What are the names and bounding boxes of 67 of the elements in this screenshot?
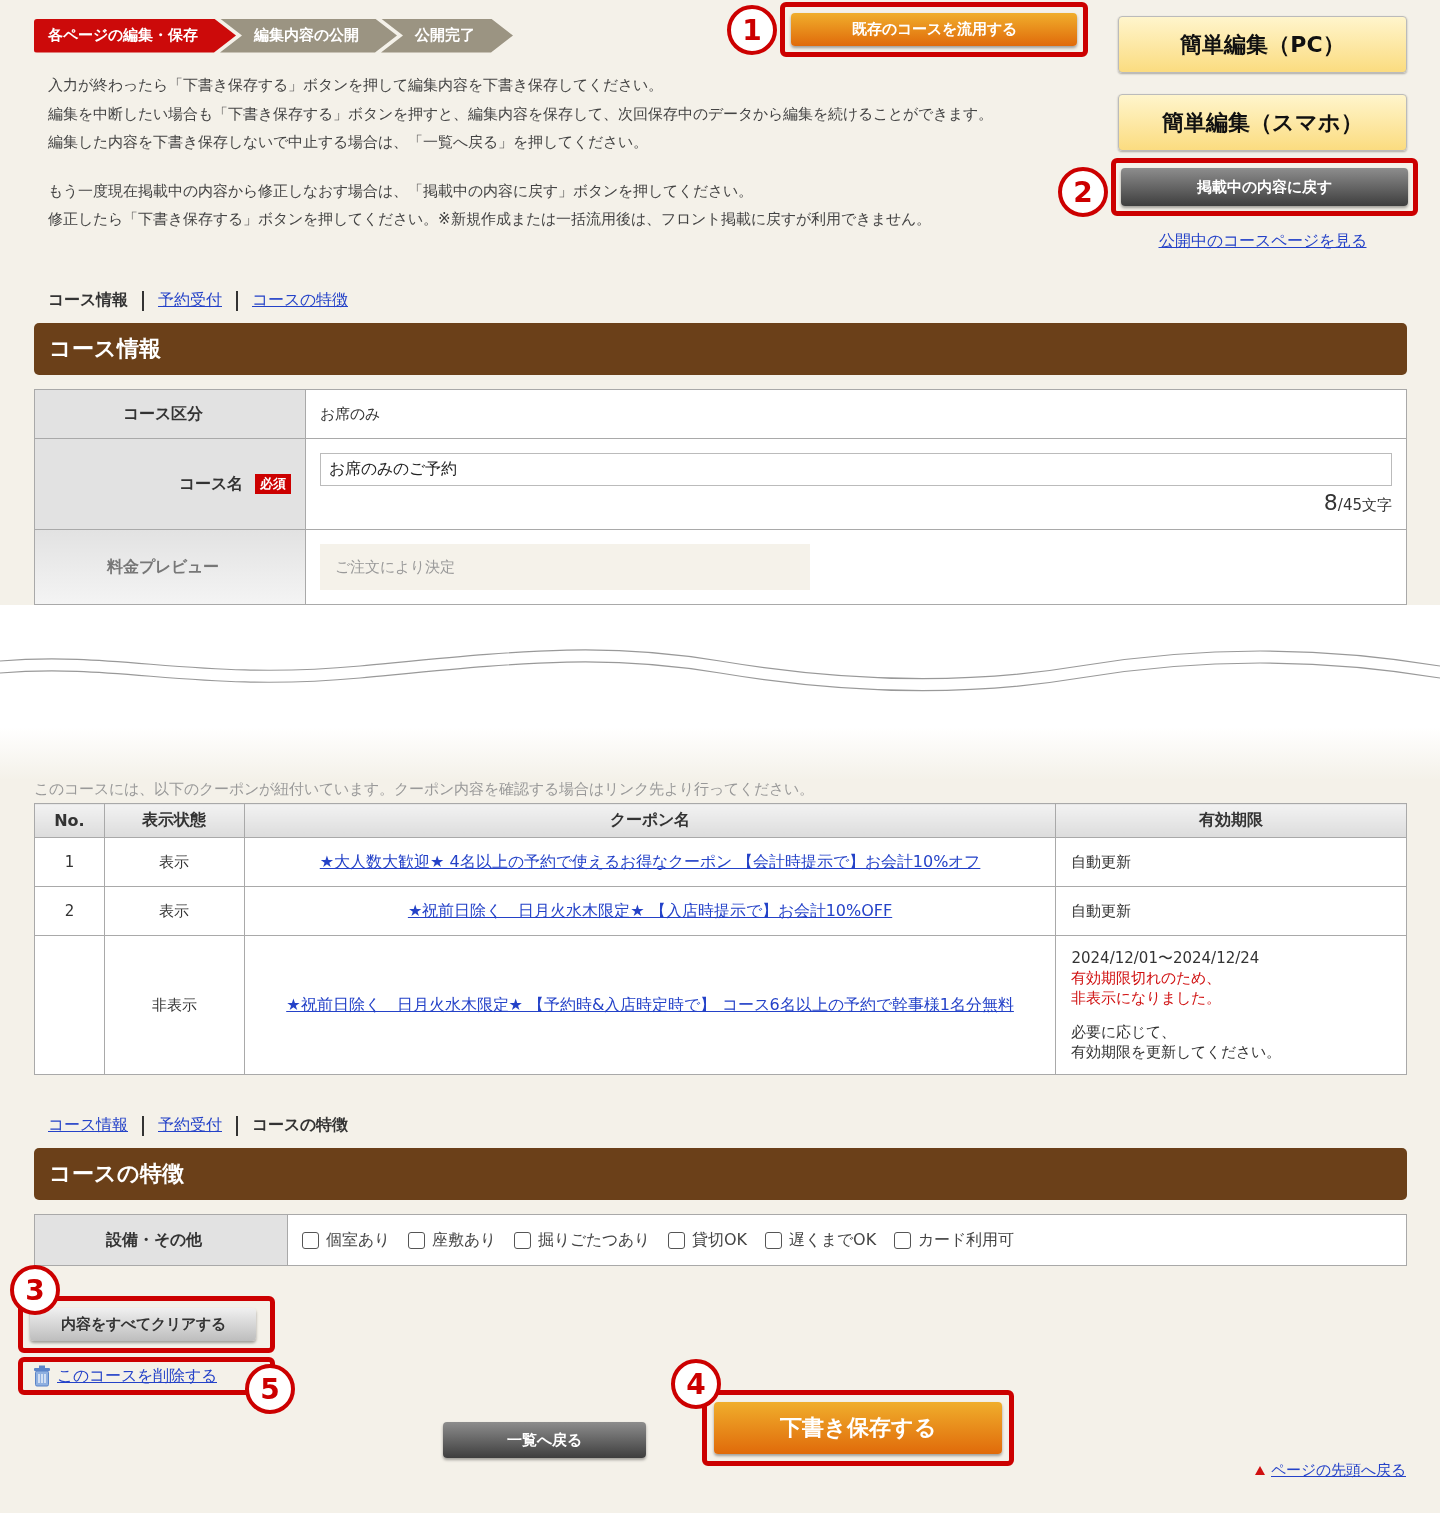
row-label: 料金プレビュー	[35, 530, 306, 604]
expiry-text: 自動更新	[1071, 852, 1133, 872]
revert-button[interactable]: 掲載中の内容に戻す	[1121, 168, 1408, 206]
checkbox[interactable]	[408, 1231, 425, 1249]
instruction-text: 編集を中断したい場合も「下書き保存する」ボタンを押すと、編集内容を保存して、次回保存中のデータから編集を続けることができます。	[48, 103, 993, 125]
feature-checkbox[interactable]: 遅くまでOK	[765, 1229, 877, 1251]
section-link[interactable]: コース情報	[48, 1115, 128, 1136]
feature-checkbox[interactable]: 掘りごたつあり	[514, 1229, 650, 1251]
easy-edit-button[interactable]: 簡単編集（PC）	[1118, 16, 1407, 73]
triangle-up-icon	[1255, 1466, 1265, 1475]
section-link[interactable]: 予約受付	[158, 290, 222, 311]
expiry-text: 有効期限を更新してください。	[1071, 1042, 1283, 1062]
checkbox[interactable]	[302, 1231, 319, 1249]
feature-checkbox[interactable]: 貸切OK	[668, 1229, 748, 1251]
instruction-text: 入力が終わったら「下書き保存する」ボタンを押して編集内容を下書き保存してください。	[48, 75, 663, 96]
back-to-list-button[interactable]: 一覧へ戻る	[443, 1422, 646, 1458]
instruction-text: 編集した内容を下書き保存しないで中止する場合は、「一覧へ戻る」を押してください。	[48, 132, 648, 153]
table-cell: 非表示	[104, 935, 245, 1075]
column-header: 有効期限	[1055, 803, 1407, 838]
section-link[interactable]: 予約受付	[158, 1115, 222, 1136]
column-header: クーポン名	[244, 803, 1056, 838]
delete-course-link[interactable]: このコースを削除する	[57, 1365, 217, 1387]
clear-all-button[interactable]: 内容をすべてクリアする	[30, 1308, 256, 1341]
callout-number: 1	[727, 5, 777, 55]
required-badge: 必須	[255, 474, 291, 494]
coupon-note: このコースには、以下のクーポンが紐付いています。クーポン内容を確認する場合はリンク先より行ってください。	[33, 780, 815, 799]
table-cell: 1	[34, 837, 105, 887]
expiry-text: 2024/12/01〜2024/12/24	[1071, 948, 1261, 968]
feature-checkbox[interactable]: 個室あり	[302, 1229, 390, 1251]
table-cell: 表示	[104, 886, 245, 936]
section-header: コースの特徴	[34, 1148, 1407, 1200]
checkbox[interactable]	[894, 1231, 912, 1249]
course-name-field[interactable]: お席のみのご予約	[320, 453, 1392, 486]
table-cell: 2	[34, 886, 105, 936]
public-page-link[interactable]: 公開中のコースページを見る	[1158, 231, 1367, 250]
instruction-text: もう一度現在掲載中の内容から修正しなおす場合は、「掲載中の内容に戻す」ボタンを押してください。	[48, 180, 753, 202]
coupon-link[interactable]: ★祝前日除く 日月火水木限定★ 【予約時&入店時定時で】 コース6名以上の予約で幹事様1名分無料	[286, 994, 1014, 1014]
callout-number: 2	[1058, 167, 1108, 217]
current-section-label: コース情報	[48, 290, 128, 311]
column-header: 表示状態	[104, 803, 245, 838]
page-top-link[interactable]: ページの先頭へ戻る	[1255, 1461, 1406, 1480]
checkbox[interactable]	[668, 1231, 685, 1249]
row-label: 設備・その他	[35, 1215, 288, 1265]
expiry-text: 非表示になりました。	[1071, 988, 1223, 1008]
column-header: No.	[34, 803, 105, 838]
row-label: コース区分	[35, 390, 306, 438]
section-link[interactable]: コースの特徴	[252, 290, 348, 311]
expiry-text: 自動更新	[1071, 901, 1133, 921]
easy-edit-button[interactable]: 簡単編集（スマホ）	[1118, 94, 1407, 151]
row-label: コース名	[179, 473, 243, 495]
expiry-text: 必要に応じて、	[1071, 1022, 1178, 1042]
trash-icon	[33, 1365, 51, 1387]
row-value: お席のみ	[320, 404, 381, 424]
section-header: コース情報	[34, 323, 1407, 375]
feature-checkbox[interactable]: カード利用可	[894, 1229, 1015, 1251]
callout-number: 3	[10, 1265, 60, 1315]
current-section-label: コースの特徴	[252, 1115, 348, 1136]
expiry-text: 有効期限切れのため、	[1071, 968, 1223, 988]
character-counter: 8/45文字	[1323, 490, 1392, 515]
price-preview-field: ご注文により決定	[320, 544, 810, 590]
checkbox[interactable]	[765, 1231, 783, 1249]
feature-checkbox[interactable]: 座敷あり	[408, 1229, 496, 1251]
instruction-text: 修正したら「下書き保存する」ボタンを押してください。※新規作成または一括流用後は、フロント掲載に戻すが利用できません。	[48, 209, 931, 230]
callout-number: 4	[671, 1359, 721, 1409]
checkbox[interactable]	[514, 1231, 531, 1249]
table-cell: 表示	[104, 837, 245, 887]
callout-number: 5	[245, 1364, 295, 1414]
